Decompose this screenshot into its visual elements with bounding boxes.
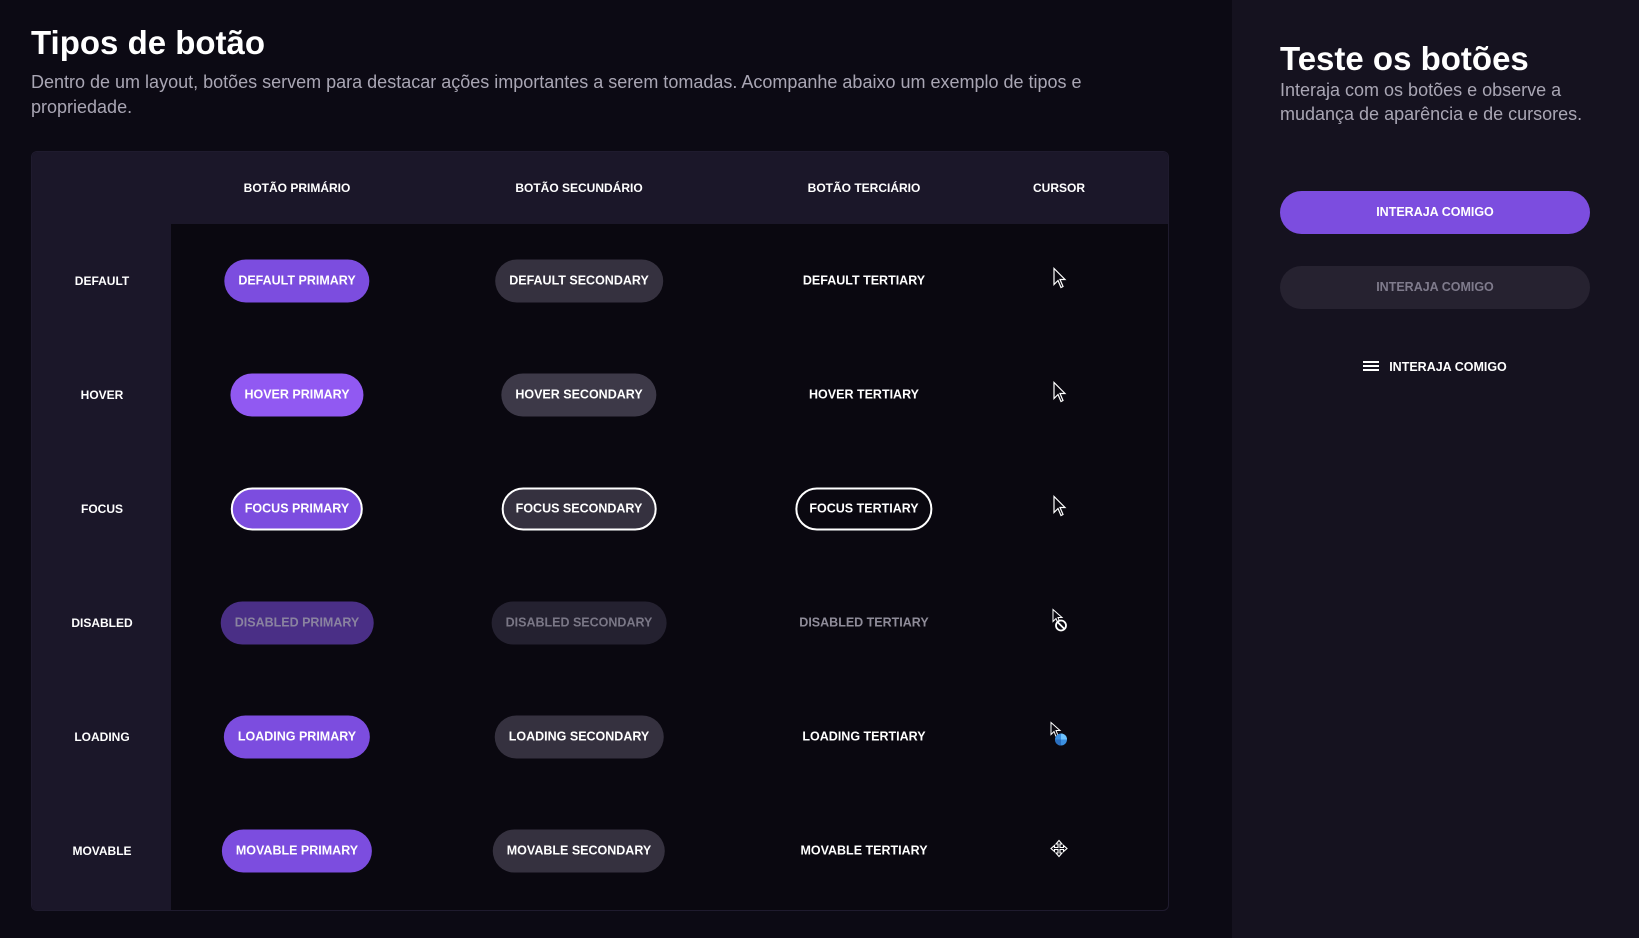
table-row-movable: MOVABLE MOVABLE PRIMARY MOVABLE SECONDAR… [32, 794, 1168, 908]
side-description: Interaja com os botões e observe a mudan… [1280, 80, 1583, 124]
row-label-loading: LOADING [74, 730, 130, 744]
disabled-secondary-button: DISABLED SECONDARY [491, 601, 667, 645]
hover-primary-button[interactable]: HOVER PRIMARY [230, 373, 364, 417]
focus-tertiary-button[interactable]: FOCUS TERTIARY [795, 487, 933, 531]
hover-tertiary-button[interactable]: HOVER TERTIARY [795, 374, 933, 417]
table-row-focus: FOCUS FOCUS PRIMARY FOCUS SECONDARY FOCU… [32, 452, 1168, 566]
focus-primary-button[interactable]: FOCUS PRIMARY [230, 487, 364, 531]
main-panel: Tipos de botão Dentro de um layout, botõ… [0, 0, 1232, 938]
column-header-secondary: BOTÃO SECUNDÁRIO [515, 181, 643, 195]
loading-primary-button[interactable]: LOADING PRIMARY [223, 715, 371, 759]
movable-tertiary-button[interactable]: MOVABLE TERTIARY [786, 830, 941, 873]
hover-secondary-button[interactable]: HOVER SECONDARY [501, 373, 657, 417]
row-label-disabled: DISABLED [71, 616, 133, 630]
side-panel: Teste os botões Interaja com os botões e… [1232, 0, 1639, 938]
table-row-loading: LOADING LOADING PRIMARY LOADING SECONDAR… [32, 680, 1168, 794]
row-label-hover: HOVER [80, 388, 124, 402]
loading-tertiary-button[interactable]: LOADING TERTIARY [788, 716, 939, 759]
pointer-arrow-icon [1053, 267, 1067, 289]
table-row-hover: HOVER HOVER PRIMARY HOVER SECONDARY HOVE… [32, 338, 1168, 452]
try-primary-button[interactable]: INTERAJA COMIGO [1280, 191, 1590, 234]
focus-secondary-button[interactable]: FOCUS SECONDARY [501, 487, 657, 531]
try-tertiary-button[interactable]: INTERAJA COMIGO [1280, 346, 1590, 389]
default-tertiary-button[interactable]: DEFAULT TERTIARY [789, 260, 939, 303]
page-description: Dentro de um layout, botões servem para … [31, 72, 1082, 117]
movable-primary-button[interactable]: MOVABLE PRIMARY [221, 829, 373, 873]
column-header-tertiary: BOTÃO TERCIÁRIO [807, 181, 921, 195]
page-title: Tipos de botão [31, 24, 266, 61]
loading-secondary-button[interactable]: LOADING SECONDARY [494, 715, 664, 759]
default-secondary-button[interactable]: DEFAULT SECONDARY [495, 259, 663, 303]
row-label-movable: MOVABLE [72, 844, 132, 858]
row-label-default: DEFAULT [74, 274, 130, 288]
try-secondary-button[interactable]: INTERAJA COMIGO [1280, 266, 1590, 309]
table-row-disabled: DISABLED DISABLED PRIMARY DISABLED SECON… [32, 566, 1168, 680]
disabled-primary-button: DISABLED PRIMARY [220, 601, 374, 645]
try-tertiary-label: INTERAJA COMIGO [1389, 360, 1507, 374]
movable-secondary-button[interactable]: MOVABLE SECONDARY [492, 829, 666, 873]
table-row-default: DEFAULT DEFAULT PRIMARY DEFAULT SECONDAR… [32, 224, 1168, 338]
pointer-arrow-icon [1053, 495, 1067, 517]
default-primary-button[interactable]: DEFAULT PRIMARY [224, 259, 370, 303]
column-header-primary: BOTÃO PRIMÁRIO [243, 181, 351, 195]
disabled-tertiary-button: DISABLED TERTIARY [785, 602, 942, 645]
column-header-cursor: CURSOR [1032, 181, 1086, 195]
table-header: BOTÃO PRIMÁRIO BOTÃO SECUNDÁRIO BOTÃO TE… [32, 152, 1168, 224]
side-title: Teste os botões [1280, 40, 1529, 77]
move-cursor-icon [1050, 839, 1068, 858]
menu-icon [1363, 361, 1380, 372]
not-allowed-cursor-icon [1052, 608, 1067, 632]
progress-cursor-icon [1050, 721, 1067, 746]
row-label-focus: FOCUS [81, 502, 123, 516]
button-types-table: BOTÃO PRIMÁRIO BOTÃO SECUNDÁRIO BOTÃO TE… [31, 151, 1169, 911]
pointer-arrow-icon [1053, 381, 1067, 403]
